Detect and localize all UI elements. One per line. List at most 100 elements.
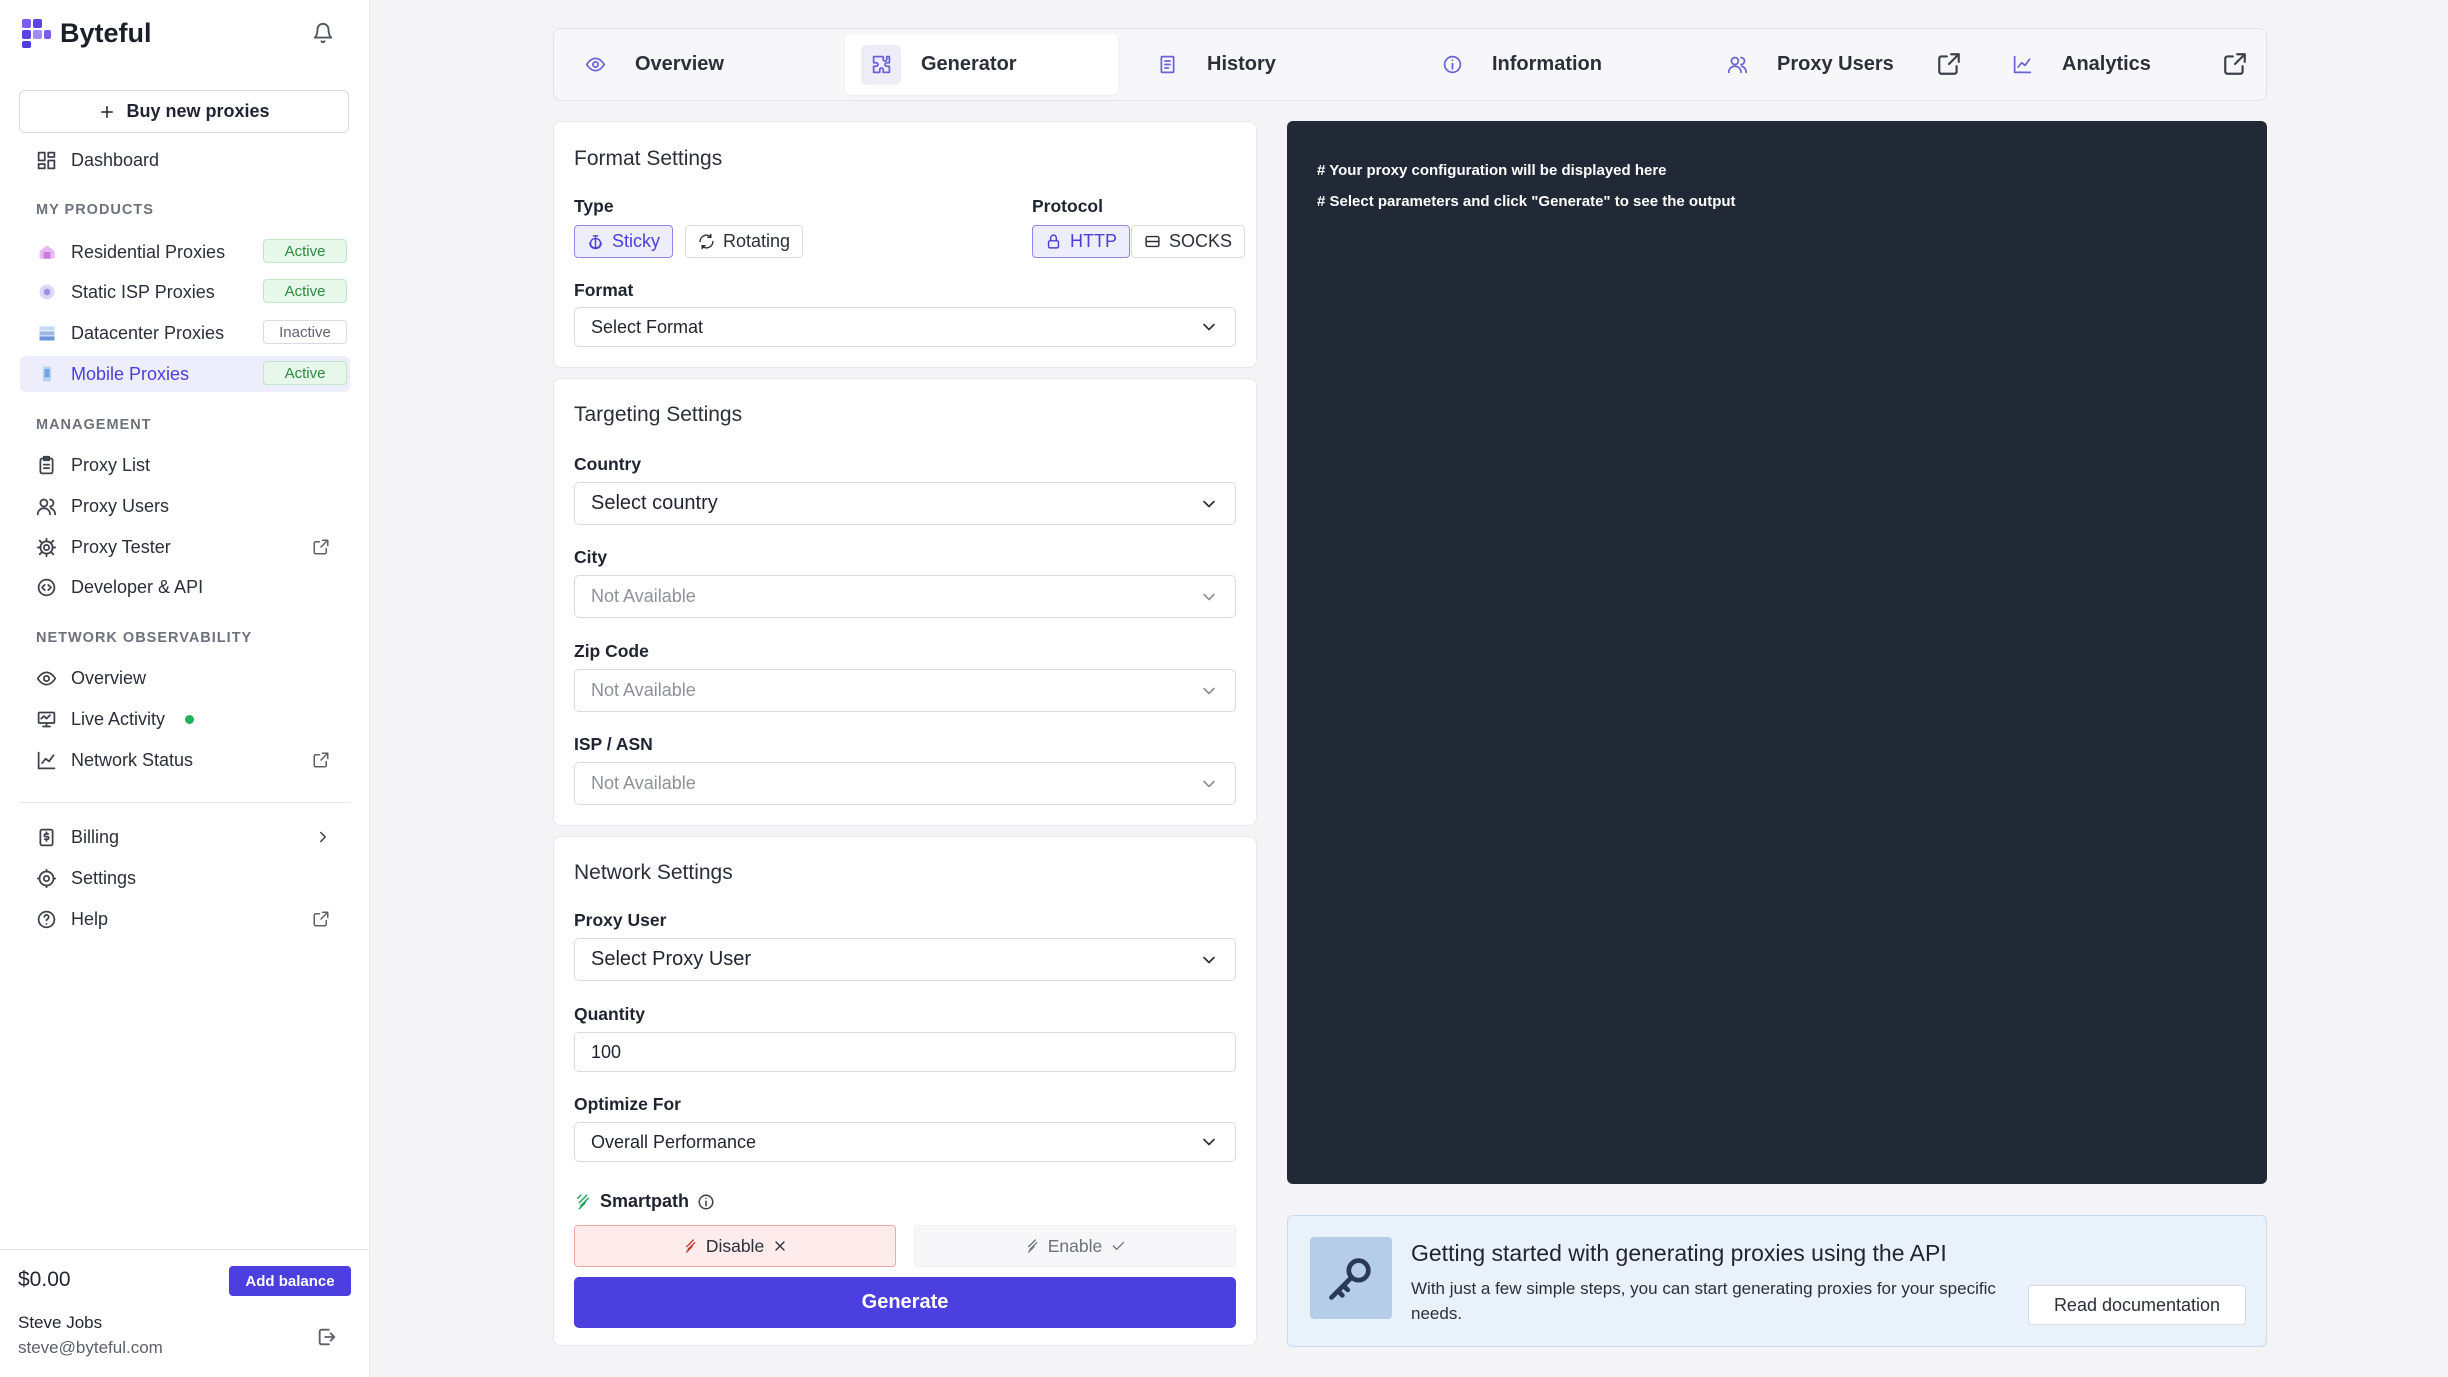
add-balance-button[interactable]: Add balance — [229, 1266, 351, 1296]
info-icon[interactable] — [697, 1193, 715, 1211]
smartpath-on-icon — [1027, 1239, 1038, 1253]
api-getting-started-card: Getting started with generating proxies … — [1287, 1215, 2267, 1347]
external-link-icon[interactable] — [1936, 51, 1962, 77]
api-card-title: Getting started with generating proxies … — [1411, 1240, 1947, 1266]
chevron-down-icon — [1203, 1138, 1215, 1146]
zip-code-label: Zip Code — [574, 641, 649, 661]
plus-icon — [101, 105, 114, 118]
format-select[interactable]: Select Format — [574, 307, 1236, 347]
tab-label: History — [1207, 53, 1276, 75]
tab-generator[interactable]: Generator — [845, 34, 1118, 95]
smartpath-off-icon — [685, 1239, 696, 1253]
sidebar-item-dashboard[interactable]: Dashboard — [20, 142, 350, 178]
eye-icon — [36, 671, 57, 685]
protocol-label: Protocol — [1032, 196, 1103, 216]
refresh-icon — [699, 233, 714, 250]
external-link-icon[interactable] — [312, 910, 330, 928]
sidebar-item-proxy-list[interactable]: Proxy List — [20, 447, 350, 483]
output-console[interactable]: # Your proxy configuration will be displ… — [1287, 121, 2267, 1184]
chevron-down-icon — [1203, 687, 1215, 694]
type-label: Type — [574, 196, 614, 216]
sidebar-item-proxy-tester[interactable]: Proxy Tester — [20, 529, 350, 565]
buy-new-proxies-button[interactable]: Buy new proxies — [19, 90, 349, 133]
tab-proxy-users[interactable]: Proxy Users — [1701, 34, 1976, 95]
optimize-for-label: Optimize For — [574, 1094, 681, 1114]
mobile-proxies-icon — [36, 364, 57, 385]
smartpath-icon — [577, 1194, 589, 1209]
sidebar-item-label: Settings — [71, 867, 137, 888]
sidebar-divider — [20, 802, 350, 803]
chevron-right-icon — [320, 831, 326, 843]
receipt-dollar-icon — [39, 828, 54, 846]
tab-overview[interactable]: Overview — [559, 34, 834, 95]
output-line: # Select parameters and click "Generate"… — [1317, 193, 1736, 210]
sidebar-item-settings[interactable]: Settings — [20, 860, 350, 896]
chevron-down-icon — [1203, 500, 1215, 507]
type-option-rotating[interactable]: Rotating — [685, 225, 804, 258]
sidebar-item-live-activity[interactable]: Live Activity — [20, 701, 350, 737]
status-badge-datacenter: Inactive — [263, 320, 347, 344]
external-link-icon[interactable] — [312, 538, 330, 556]
sidebar-item-developer-api[interactable]: Developer & API — [20, 569, 350, 605]
line-chart-icon — [37, 751, 56, 769]
code-circle-icon — [37, 578, 56, 596]
brand-logo[interactable]: Byteful — [20, 16, 152, 50]
read-documentation-button[interactable]: Read documentation — [2028, 1285, 2246, 1325]
chevron-down-icon — [1203, 593, 1215, 600]
network-settings-panel: Network Settings Proxy User Select Proxy… — [553, 836, 1257, 1346]
tab-label: Information — [1492, 53, 1602, 75]
isp-asn-label: ISP / ASN — [574, 734, 653, 754]
type-option-sticky[interactable]: Sticky — [574, 225, 674, 258]
tab-information[interactable]: Information — [1416, 34, 1691, 95]
key-icon — [1310, 1237, 1392, 1319]
logout-icon[interactable] — [316, 1326, 338, 1348]
info-icon — [1432, 45, 1472, 85]
protocol-option-socks[interactable]: SOCKS — [1131, 225, 1246, 258]
chevron-down-icon — [1203, 323, 1215, 331]
tab-history[interactable]: History — [1131, 34, 1406, 95]
sidebar-item-overview[interactable]: Overview — [20, 660, 350, 696]
section-title-my-products: MY PRODUCTS — [36, 202, 154, 218]
sidebar-item-label: Static ISP Proxies — [71, 281, 215, 302]
tab-label: Proxy Users — [1777, 53, 1894, 75]
panel-title: Format Settings — [574, 147, 723, 170]
generate-button[interactable]: Generate — [574, 1277, 1236, 1328]
status-badge-mobile: Active — [263, 361, 347, 385]
sidebar-item-label: Overview — [71, 667, 147, 688]
notifications-bell-icon[interactable] — [312, 22, 334, 44]
server-icon — [1145, 235, 1160, 248]
section-title-management: MANAGEMENT — [36, 417, 152, 433]
eye-icon — [575, 45, 615, 85]
tab-analytics[interactable]: Analytics — [1986, 34, 2216, 95]
proxy-user-label: Proxy User — [574, 910, 667, 930]
zip-code-select[interactable]: Not Available — [574, 669, 1236, 712]
tab-label: Analytics — [2062, 53, 2151, 75]
sidebar-item-billing[interactable]: Billing — [20, 819, 350, 855]
chevron-down-icon — [1203, 956, 1215, 963]
external-link-icon[interactable] — [312, 751, 330, 769]
smartpath-enable-button[interactable]: Enable — [914, 1225, 1236, 1267]
proxy-user-select[interactable]: Select Proxy User — [574, 938, 1236, 981]
country-select[interactable]: Select country — [574, 482, 1236, 525]
protocol-option-http[interactable]: HTTP — [1032, 225, 1130, 258]
buy-new-proxies-label: Buy new proxies — [126, 101, 270, 121]
status-badge-static-isp: Active — [263, 279, 347, 303]
optimize-for-select[interactable]: Overall Performance — [574, 1122, 1236, 1162]
document-icon — [1147, 45, 1187, 85]
static-isp-proxies-icon — [36, 282, 57, 303]
sidebar-item-label: Network Status — [71, 749, 194, 770]
sidebar-item-help[interactable]: Help — [20, 901, 350, 937]
external-link-icon[interactable] — [2222, 51, 2248, 77]
smartpath-disable-button[interactable]: Disable — [574, 1225, 896, 1267]
sidebar-item-label: Proxy Tester — [71, 536, 171, 557]
sidebar-item-label: Developer & API — [71, 576, 204, 597]
isp-asn-select[interactable]: Not Available — [574, 762, 1236, 805]
sidebar-item-network-status[interactable]: Network Status — [20, 742, 350, 778]
user-name: Steve Jobs — [18, 1313, 103, 1332]
live-indicator-dot — [185, 714, 195, 724]
format-settings-panel: Format Settings Type Sticky Rotating Pro… — [553, 121, 1257, 368]
sidebar-item-proxy-users[interactable]: Proxy Users — [20, 488, 350, 524]
quantity-input[interactable] — [574, 1032, 1236, 1072]
city-select[interactable]: Not Available — [574, 575, 1236, 618]
sidebar-item-label: Proxy Users — [71, 495, 170, 516]
